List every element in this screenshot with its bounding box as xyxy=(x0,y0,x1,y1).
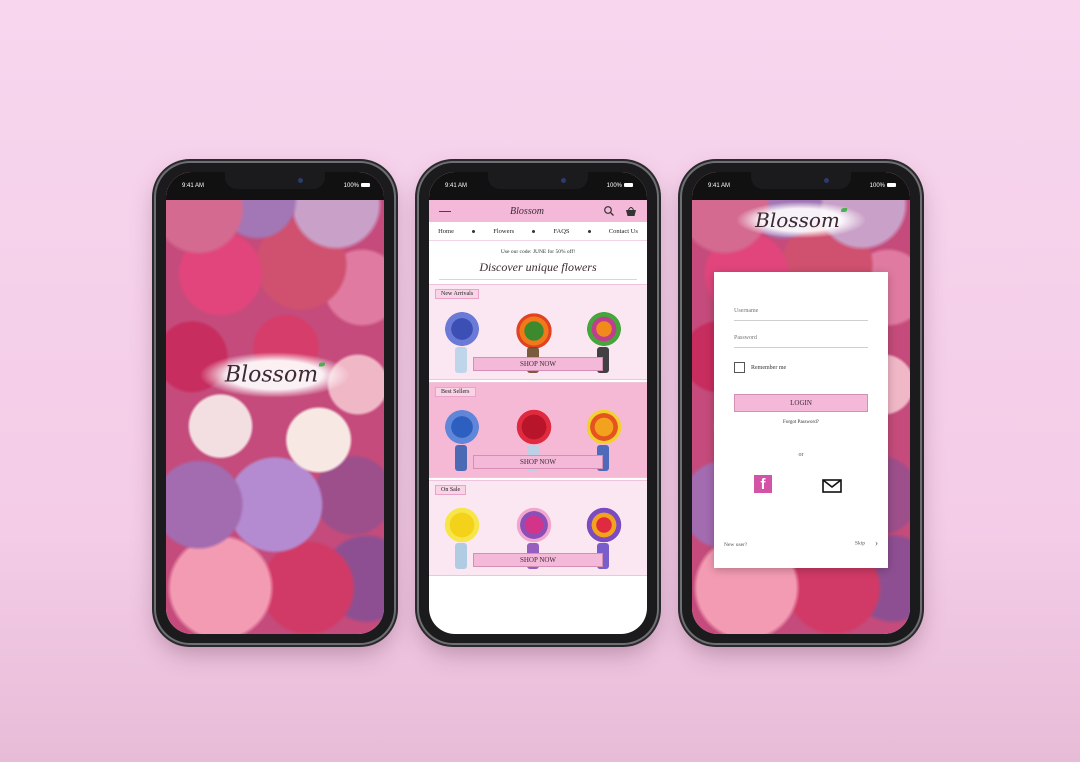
promo-text: Use our code: JUNE for 50% off! xyxy=(500,249,576,255)
nav-home[interactable]: Home xyxy=(438,228,454,235)
nav-bar: Home Flowers FAQS Contact Us xyxy=(429,222,647,241)
section-tag: New Arrivals xyxy=(435,289,480,299)
splash-logo: Blossom xyxy=(200,352,350,398)
search-icon[interactable] xyxy=(603,205,615,217)
leaf-icon xyxy=(319,362,326,367)
remember-me-row[interactable]: Remember me xyxy=(734,362,786,373)
shop-now-button[interactable]: SHOP NOW xyxy=(473,553,603,567)
notch xyxy=(225,172,325,189)
splash-logo-text: Blossom xyxy=(224,362,319,388)
phone-login: 9:41 AM 100% Blossom Remember me LOGIN F… xyxy=(682,163,920,643)
leaf-icon xyxy=(840,208,847,212)
status-battery: 100% xyxy=(607,183,633,189)
status-battery: 100% xyxy=(870,183,896,189)
brand-logo[interactable]: Blossom xyxy=(510,206,544,217)
splash-screen: 9:41 AM 100% Blossom xyxy=(166,172,384,634)
skip-label: Skip xyxy=(854,540,865,547)
status-time: 9:41 AM xyxy=(182,183,205,189)
status-battery: 100% xyxy=(344,183,370,189)
section-new-arrivals: New Arrivals SHOP NOW xyxy=(429,284,647,380)
login-logo: Blossom xyxy=(737,202,865,238)
rose-background xyxy=(166,172,384,634)
phone-home: 9:41 AM 100% Blossom Home Flowers FAQS C… xyxy=(419,163,657,643)
section-tag: On Sale xyxy=(435,485,467,495)
divider xyxy=(439,279,637,280)
basket-icon[interactable] xyxy=(625,205,637,217)
shop-now-button[interactable]: SHOP NOW xyxy=(473,357,603,371)
notch xyxy=(488,172,588,189)
phone-splash: 9:41 AM 100% Blossom xyxy=(156,163,394,643)
nav-faqs[interactable]: FAQS xyxy=(553,228,569,235)
status-time: 9:41 AM xyxy=(708,183,731,189)
password-field xyxy=(734,335,868,348)
username-input[interactable] xyxy=(734,308,868,314)
login-card: Remember me LOGIN Forgot Password? or f … xyxy=(714,272,888,568)
nav-separator xyxy=(532,229,536,233)
remember-label: Remember me xyxy=(751,364,787,371)
login-logo-text: Blossom xyxy=(755,208,840,232)
page-headline: Discover unique flowers xyxy=(479,260,597,274)
facebook-icon[interactable]: f xyxy=(754,475,772,493)
skip-button[interactable]: Skip › xyxy=(855,538,878,548)
notch xyxy=(751,172,851,189)
nav-separator xyxy=(587,229,591,233)
shop-now-button[interactable]: SHOP NOW xyxy=(473,455,603,469)
nav-separator xyxy=(472,229,476,233)
password-input[interactable] xyxy=(734,335,868,341)
mail-icon[interactable] xyxy=(822,479,842,493)
home-screen: 9:41 AM 100% Blossom Home Flowers FAQS C… xyxy=(429,172,647,634)
login-screen: 9:41 AM 100% Blossom Remember me LOGIN F… xyxy=(692,172,910,634)
new-user-link[interactable]: New user? xyxy=(724,542,747,548)
menu-icon[interactable] xyxy=(439,205,451,217)
nav-contact[interactable]: Contact Us xyxy=(609,228,638,235)
section-best-sellers: Best Sellers SHOP NOW xyxy=(429,382,647,478)
section-on-sale: On Sale SHOP NOW xyxy=(429,480,647,576)
app-bar: Blossom xyxy=(429,200,647,222)
chevron-right-icon: › xyxy=(875,538,878,548)
login-button[interactable]: LOGIN xyxy=(734,394,868,412)
nav-flowers[interactable]: Flowers xyxy=(493,228,514,235)
status-time: 9:41 AM xyxy=(445,183,468,189)
username-field xyxy=(734,308,868,321)
remember-checkbox[interactable] xyxy=(734,362,745,373)
or-divider: or xyxy=(798,452,804,458)
section-tag: Best Sellers xyxy=(435,387,476,397)
forgot-password-link[interactable]: Forgot Password? xyxy=(714,420,888,425)
